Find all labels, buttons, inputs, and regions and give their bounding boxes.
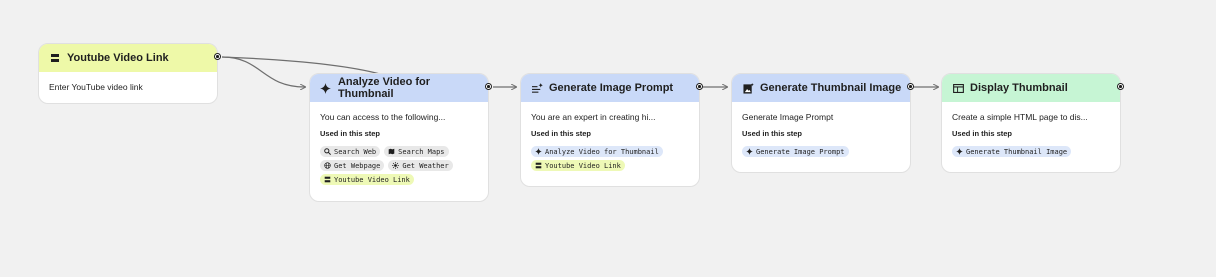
sparkle-icon [535, 148, 542, 155]
output-port[interactable] [485, 83, 492, 90]
node-header[interactable]: Generate Thumbnail Image [732, 74, 910, 102]
node-title: Youtube Video Link [67, 52, 169, 64]
display-icon [952, 82, 964, 94]
node-generate-thumbnail-image[interactable]: Generate Thumbnail Image Generate Image … [731, 73, 914, 173]
node-generate-image-prompt[interactable]: Generate Image Prompt You are an expert … [520, 73, 703, 187]
text-generate-icon [531, 82, 543, 94]
node-title: Analyze Video for Thumbnail [337, 76, 431, 100]
chip-list: Search Web Search Maps Get Webpage Get W… [320, 146, 478, 185]
used-in-step-label: Used in this step [320, 129, 381, 138]
node-description: Create a simple HTML page to dis... [952, 112, 1088, 122]
input-icon [535, 162, 542, 169]
chip-list: Generate Thumbnail Image [952, 146, 1110, 157]
node-description: Enter YouTube video link [49, 82, 143, 92]
used-in-step-label: Used in this step [742, 129, 803, 138]
chip-search-maps[interactable]: Search Maps [384, 146, 449, 157]
node-description: You can access to the following... [320, 112, 446, 122]
output-port[interactable] [1117, 83, 1124, 90]
node-header[interactable]: Generate Image Prompt [521, 74, 699, 102]
used-in-step-label: Used in this step [952, 129, 1013, 138]
map-icon [388, 148, 395, 155]
output-port[interactable] [696, 83, 703, 90]
chip-list: Analyze Video for Thumbnail Youtube Vide… [531, 146, 689, 171]
node-description: Generate Image Prompt [742, 112, 834, 122]
node-header[interactable]: Display Thumbnail [942, 74, 1120, 102]
input-icon [324, 176, 331, 183]
sparkle-icon [956, 148, 963, 155]
chip-get-weather[interactable]: Get Weather [388, 160, 453, 171]
chip-generate-image-prompt[interactable]: Generate Image Prompt [742, 146, 849, 157]
node-display-thumbnail[interactable]: Display Thumbnail Create a simple HTML p… [941, 73, 1124, 173]
output-port[interactable] [907, 83, 914, 90]
chip-youtube-video-link[interactable]: Youtube Video Link [531, 160, 625, 171]
chip-generate-thumbnail-image[interactable]: Generate Thumbnail Image [952, 146, 1072, 157]
input-icon [49, 52, 61, 64]
output-port[interactable] [214, 53, 221, 60]
node-analyze-video[interactable]: Analyze Video for Thumbnail You can acce… [309, 73, 492, 202]
chip-list: Generate Image Prompt [742, 146, 900, 157]
node-description: You are an expert in creating hi... [531, 112, 656, 122]
sparkle-icon [320, 82, 332, 94]
chip-analyze-video[interactable]: Analyze Video for Thumbnail [531, 146, 663, 157]
chip-youtube-video-link[interactable]: Youtube Video Link [320, 174, 414, 185]
sun-icon [392, 162, 400, 169]
sparkle-icon [746, 148, 753, 155]
node-header[interactable]: Youtube Video Link [39, 44, 217, 72]
node-youtube-video-link[interactable]: Youtube Video Link Enter YouTube video l… [38, 43, 221, 104]
node-header[interactable]: Analyze Video for Thumbnail [310, 74, 488, 102]
node-title: Generate Image Prompt [549, 82, 674, 94]
edge-youtube-to-analyze [221, 56, 305, 87]
used-in-step-label: Used in this step [531, 129, 592, 138]
node-title: Display Thumbnail [970, 82, 1068, 94]
node-title: Generate Thumbnail Image [760, 82, 902, 94]
search-icon [324, 148, 331, 155]
image-generate-icon [742, 82, 754, 94]
edge-youtube-to-prompt [221, 56, 381, 75]
chip-search-web[interactable]: Search Web [320, 146, 381, 157]
globe-icon [324, 162, 331, 169]
chip-get-webpage[interactable]: Get Webpage [320, 160, 385, 171]
